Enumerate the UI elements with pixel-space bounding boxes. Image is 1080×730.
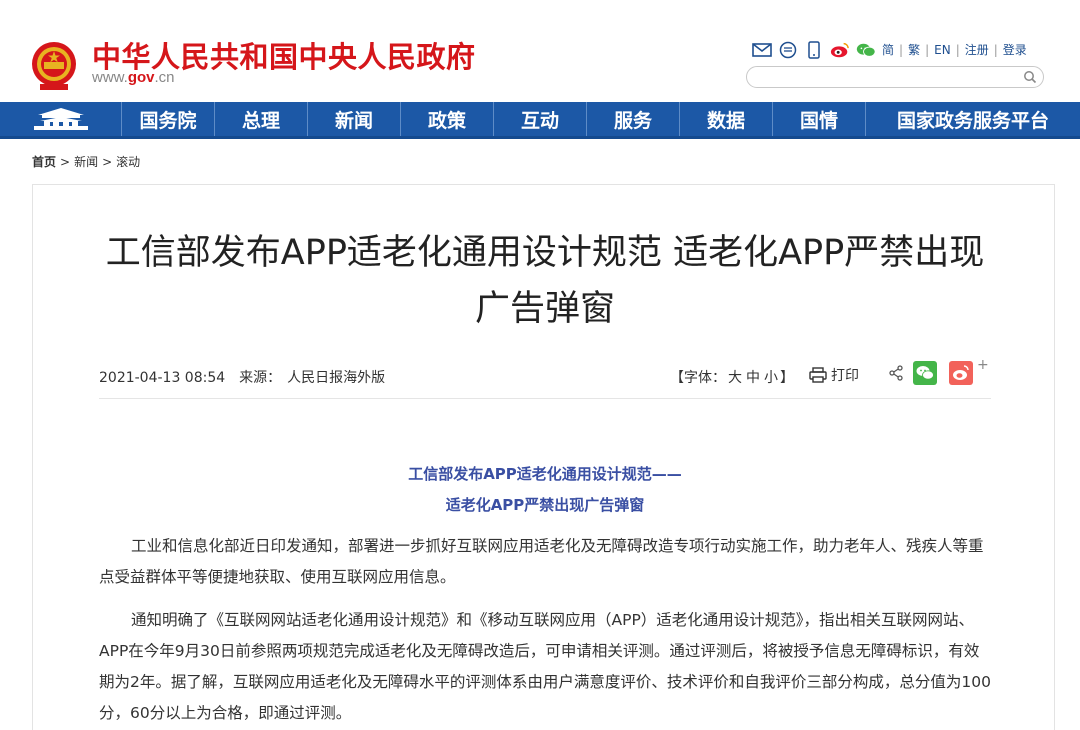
url-prefix: www. <box>92 69 128 86</box>
publish-date: 2021-04-13 08:54 <box>99 370 226 386</box>
login-link[interactable]: 登录 <box>1003 41 1027 58</box>
register-link[interactable]: 注册 <box>965 41 989 58</box>
wechat-icon[interactable] <box>856 41 876 59</box>
url-suffix: .cn <box>154 69 175 86</box>
font-large-button[interactable]: 大 <box>728 370 742 386</box>
article-card: 工信部发布APP适老化通用设计规范 适老化APP严禁出现广告弹窗 2021-04… <box>32 184 1055 730</box>
source-name: 人民日报海外版 <box>287 370 386 386</box>
font-size-label-open: 【字体： <box>670 370 726 386</box>
nav-item-data[interactable]: 数据 <box>680 102 773 136</box>
mobile-icon[interactable] <box>804 41 824 59</box>
top-tools <box>752 40 876 60</box>
breadcrumb: 首页 > 新闻 > 滚动 <box>32 153 140 170</box>
nav-item-state-council[interactable]: 国务院 <box>122 102 215 136</box>
nav-item-premier[interactable]: 总理 <box>215 102 308 136</box>
printer-icon <box>809 367 827 383</box>
nav-item-interaction[interactable]: 互动 <box>494 102 587 136</box>
nav-item-national-info[interactable]: 国情 <box>773 102 866 136</box>
font-size-control: 【字体：大中小】 <box>670 367 794 387</box>
share-icon[interactable] <box>888 365 904 381</box>
lang-links: 简 | 繁 | EN | 注册 | 登录 <box>882 41 1027 58</box>
nav-item-news[interactable]: 新闻 <box>308 102 401 136</box>
more-share-icon[interactable]: + <box>977 357 989 373</box>
divider <box>99 398 991 399</box>
separator: | <box>925 42 930 57</box>
breadcrumb-separator: > <box>102 155 113 169</box>
breadcrumb-scroll-link[interactable]: 滚动 <box>116 155 140 169</box>
weibo-icon[interactable] <box>830 41 850 59</box>
separator: | <box>955 42 960 57</box>
article-meta: 2021-04-13 08:54 来源： 人民日报海外版 <box>99 367 385 387</box>
search-input[interactable] <box>746 66 1044 88</box>
weibo-share-icon[interactable] <box>949 361 973 385</box>
nav-item-policy[interactable]: 政策 <box>401 102 494 136</box>
article-paragraph: 通知明确了《互联网网站适老化通用设计规范》和《移动互联网应用（APP）适老化通用… <box>99 611 991 722</box>
font-size-label-close: 】 <box>780 370 794 386</box>
lead-line-1: 工信部发布APP适老化通用设计规范—— <box>408 465 682 483</box>
nav-item-services[interactable]: 服务 <box>587 102 680 136</box>
main-nav: 国务院 总理 新闻 政策 互动 服务 数据 国情 国家政务服务平台 <box>0 102 1080 139</box>
lang-traditional-link[interactable]: 繁 <box>908 41 920 58</box>
font-medium-button[interactable]: 中 <box>746 370 760 386</box>
site-header: 中华人民共和国中央人民政府 www.gov.cn 简 | 繁 | EN | 注册… <box>0 0 1080 102</box>
site-url[interactable]: www.gov.cn <box>92 69 175 86</box>
lang-english-link[interactable]: EN <box>934 43 951 57</box>
separator: | <box>993 42 998 57</box>
print-button[interactable]: 打印 <box>809 365 859 385</box>
url-domain: gov <box>127 69 155 86</box>
font-small-button[interactable]: 小 <box>764 370 778 386</box>
article-title: 工信部发布APP适老化通用设计规范 适老化APP严禁出现广告弹窗 <box>105 233 985 329</box>
breadcrumb-news-link[interactable]: 新闻 <box>74 155 98 169</box>
wechat-share-icon[interactable] <box>913 361 937 385</box>
print-label: 打印 <box>831 368 859 384</box>
national-emblem-icon[interactable] <box>30 40 78 92</box>
mail-icon[interactable] <box>752 41 772 59</box>
nav-item-gov-service-platform[interactable]: 国家政务服务平台 <box>866 102 1080 136</box>
tiananmen-logo-icon[interactable] <box>0 102 122 136</box>
rss-icon[interactable] <box>778 41 798 59</box>
source-label: 来源： <box>239 370 282 386</box>
lang-simplified-link[interactable]: 简 <box>882 41 894 58</box>
separator: | <box>899 42 904 57</box>
article-paragraph: 工业和信息化部近日印发通知，部署进一步抓好互联网应用适老化及无障碍改造专项行动实… <box>99 537 984 586</box>
search-icon[interactable] <box>1023 70 1037 84</box>
breadcrumb-home-link[interactable]: 首页 <box>32 155 56 169</box>
breadcrumb-separator: > <box>60 155 71 169</box>
lead-line-2: 适老化APP严禁出现广告弹窗 <box>445 496 645 514</box>
article-lead: 工信部发布APP适老化通用设计规范—— 适老化APP严禁出现广告弹窗 <box>99 459 991 521</box>
